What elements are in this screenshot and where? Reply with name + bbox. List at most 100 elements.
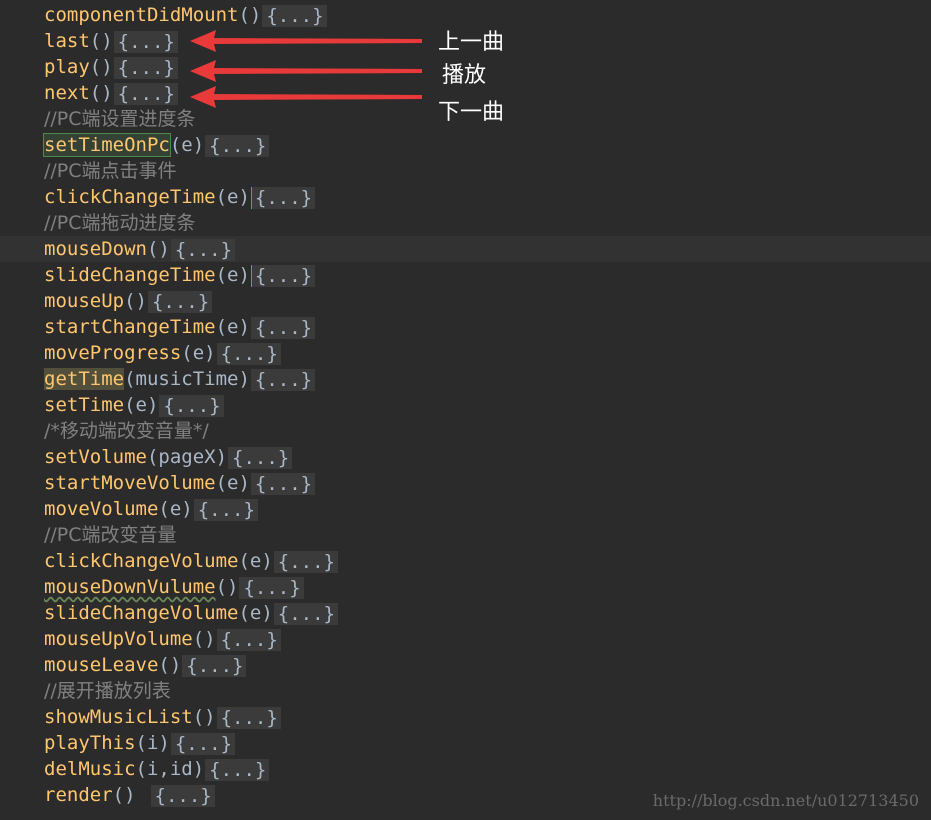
watermark: http://blog.csdn.net/u012713450 (652, 791, 919, 810)
code-line[interactable]: mouseDown() {...} (0, 236, 931, 262)
method-name[interactable]: startMoveVolume (44, 472, 216, 494)
folded-block[interactable]: {...} (273, 602, 338, 625)
folded-block[interactable]: {...} (239, 576, 304, 599)
folded-block[interactable]: {...} (216, 706, 281, 729)
method-name[interactable]: last (44, 30, 90, 52)
comment-line[interactable]: //展开播放列表 (0, 678, 931, 704)
comment-line[interactable]: //PC端改变音量 (0, 522, 931, 548)
code-line[interactable]: setTimeOnPc(e) {...} (0, 132, 931, 158)
folded-block[interactable]: {...} (159, 394, 224, 417)
method-name[interactable]: mouseDown (44, 238, 147, 260)
comment-text: //PC端改变音量 (44, 524, 177, 546)
code-line[interactable]: setVolume(pageX) {...} (0, 444, 931, 470)
code-line[interactable]: moveProgress(e) {...} (0, 340, 931, 366)
method-params: () (146, 238, 170, 260)
method-params: () (112, 784, 136, 806)
folded-block[interactable]: {...} (250, 368, 316, 391)
method-name[interactable]: moveVolume (44, 498, 158, 520)
folded-block[interactable]: {...} (216, 628, 281, 651)
method-params: (e) (215, 186, 250, 208)
code-line[interactable]: mouseUpVolume() {...} (0, 626, 931, 652)
method-params: () (158, 654, 182, 676)
method-name[interactable]: next (44, 82, 90, 104)
method-params: () (124, 290, 147, 312)
method-name[interactable]: setVolume (44, 446, 147, 468)
method-name[interactable]: setTimeOnPc (43, 133, 171, 157)
folded-block[interactable]: {...} (205, 758, 270, 781)
method-name[interactable]: mouseUp (44, 290, 124, 312)
method-name[interactable]: startChangeTime (44, 316, 216, 338)
folded-block[interactable]: {...} (250, 316, 316, 339)
code-line[interactable]: slideChangeTime(e) {...} (0, 262, 931, 288)
method-name[interactable]: render (44, 784, 113, 806)
folded-block[interactable]: {...} (113, 82, 178, 105)
code-line[interactable]: clickChangeVolume(e) {...} (0, 548, 931, 574)
folded-block[interactable]: {...} (273, 550, 338, 573)
folded-block[interactable]: {...} (170, 732, 236, 755)
comment-text: //PC端设置进度条 (44, 108, 196, 130)
method-name[interactable]: delMusic (44, 758, 136, 780)
method-name[interactable]: clickChangeVolume (44, 550, 238, 572)
method-params: (e) (124, 394, 159, 416)
comment-text: /*移动端改变音量*/ (44, 420, 209, 442)
method-params: () (192, 706, 216, 728)
comment-line[interactable]: //PC端拖动进度条 (0, 210, 931, 236)
method-params: (e) (215, 264, 250, 286)
method-name[interactable]: componentDidMount (44, 4, 238, 26)
folded-block[interactable]: {...} (113, 56, 178, 79)
method-name[interactable]: getTime (44, 368, 125, 390)
code-line[interactable]: delMusic(i,id) {...} (0, 756, 931, 782)
code-line[interactable]: setTime(e) {...} (0, 392, 931, 418)
folded-block[interactable]: {...} (216, 342, 281, 365)
code-line[interactable]: mouseLeave() {...} (0, 652, 931, 678)
method-name[interactable]: slideChangeVolume (44, 602, 238, 624)
folded-block[interactable]: {...} (250, 264, 316, 287)
folded-block[interactable]: {...} (150, 784, 215, 807)
folded-block[interactable]: {...} (113, 30, 178, 53)
method-name[interactable]: mouseLeave (44, 654, 158, 676)
annotation-play: 播放 (442, 63, 487, 88)
code-line[interactable]: mouseUp() {...} (0, 288, 931, 314)
code-line[interactable]: getTime(musicTime) {...} (0, 366, 931, 392)
arrow-next-icon (190, 86, 422, 108)
annotation-last: 上一曲 (438, 30, 505, 55)
code-line[interactable]: mouseDownVulume() {...} (0, 574, 931, 600)
method-name[interactable]: mouseDownVulume (44, 576, 216, 598)
folded-block[interactable]: {...} (147, 290, 213, 313)
comment-line[interactable]: //PC端点击事件 (0, 158, 931, 184)
method-name[interactable]: slideChangeTime (44, 264, 216, 286)
code-line[interactable]: moveVolume(e) {...} (0, 496, 931, 522)
code-line[interactable]: showMusicList() {...} (0, 704, 931, 730)
folded-block[interactable]: {...} (250, 186, 316, 209)
folded-block[interactable]: {...} (193, 498, 258, 521)
method-name[interactable]: mouseUpVolume (44, 628, 193, 650)
method-params: (i,id) (135, 758, 205, 780)
arrow-play-icon (190, 60, 422, 82)
method-params: () (215, 576, 239, 598)
method-name[interactable]: setTime (44, 394, 124, 416)
comment-text: //PC端拖动进度条 (44, 212, 196, 234)
code-line[interactable]: startMoveVolume(e) {...} (0, 470, 931, 496)
folded-block[interactable]: {...} (205, 134, 270, 157)
code-line[interactable]: slideChangeVolume(e) {...} (0, 600, 931, 626)
method-params: () (89, 30, 113, 52)
folded-block[interactable]: {...} (170, 238, 236, 261)
comment-text: //展开播放列表 (44, 680, 171, 702)
folded-block[interactable]: {...} (262, 4, 327, 27)
method-name[interactable]: play (44, 56, 90, 78)
method-params: (e) (215, 316, 250, 338)
method-params: () (89, 56, 113, 78)
method-name[interactable]: clickChangeTime (44, 186, 216, 208)
code-line[interactable]: clickChangeTime(e) {...} (0, 184, 931, 210)
folded-block[interactable]: {...} (182, 654, 247, 677)
folded-block[interactable]: {...} (228, 446, 293, 469)
code-line[interactable]: playThis(i) {...} (0, 730, 931, 756)
folded-block[interactable]: {...} (250, 472, 316, 495)
method-params: () (238, 4, 262, 26)
code-line[interactable]: startChangeTime(e) {...} (0, 314, 931, 340)
method-params: (musicTime) (124, 368, 250, 390)
comment-line[interactable]: /*移动端改变音量*/ (0, 418, 931, 444)
method-name[interactable]: showMusicList (44, 706, 193, 728)
method-name[interactable]: playThis (44, 732, 136, 754)
method-name[interactable]: moveProgress (44, 342, 181, 364)
